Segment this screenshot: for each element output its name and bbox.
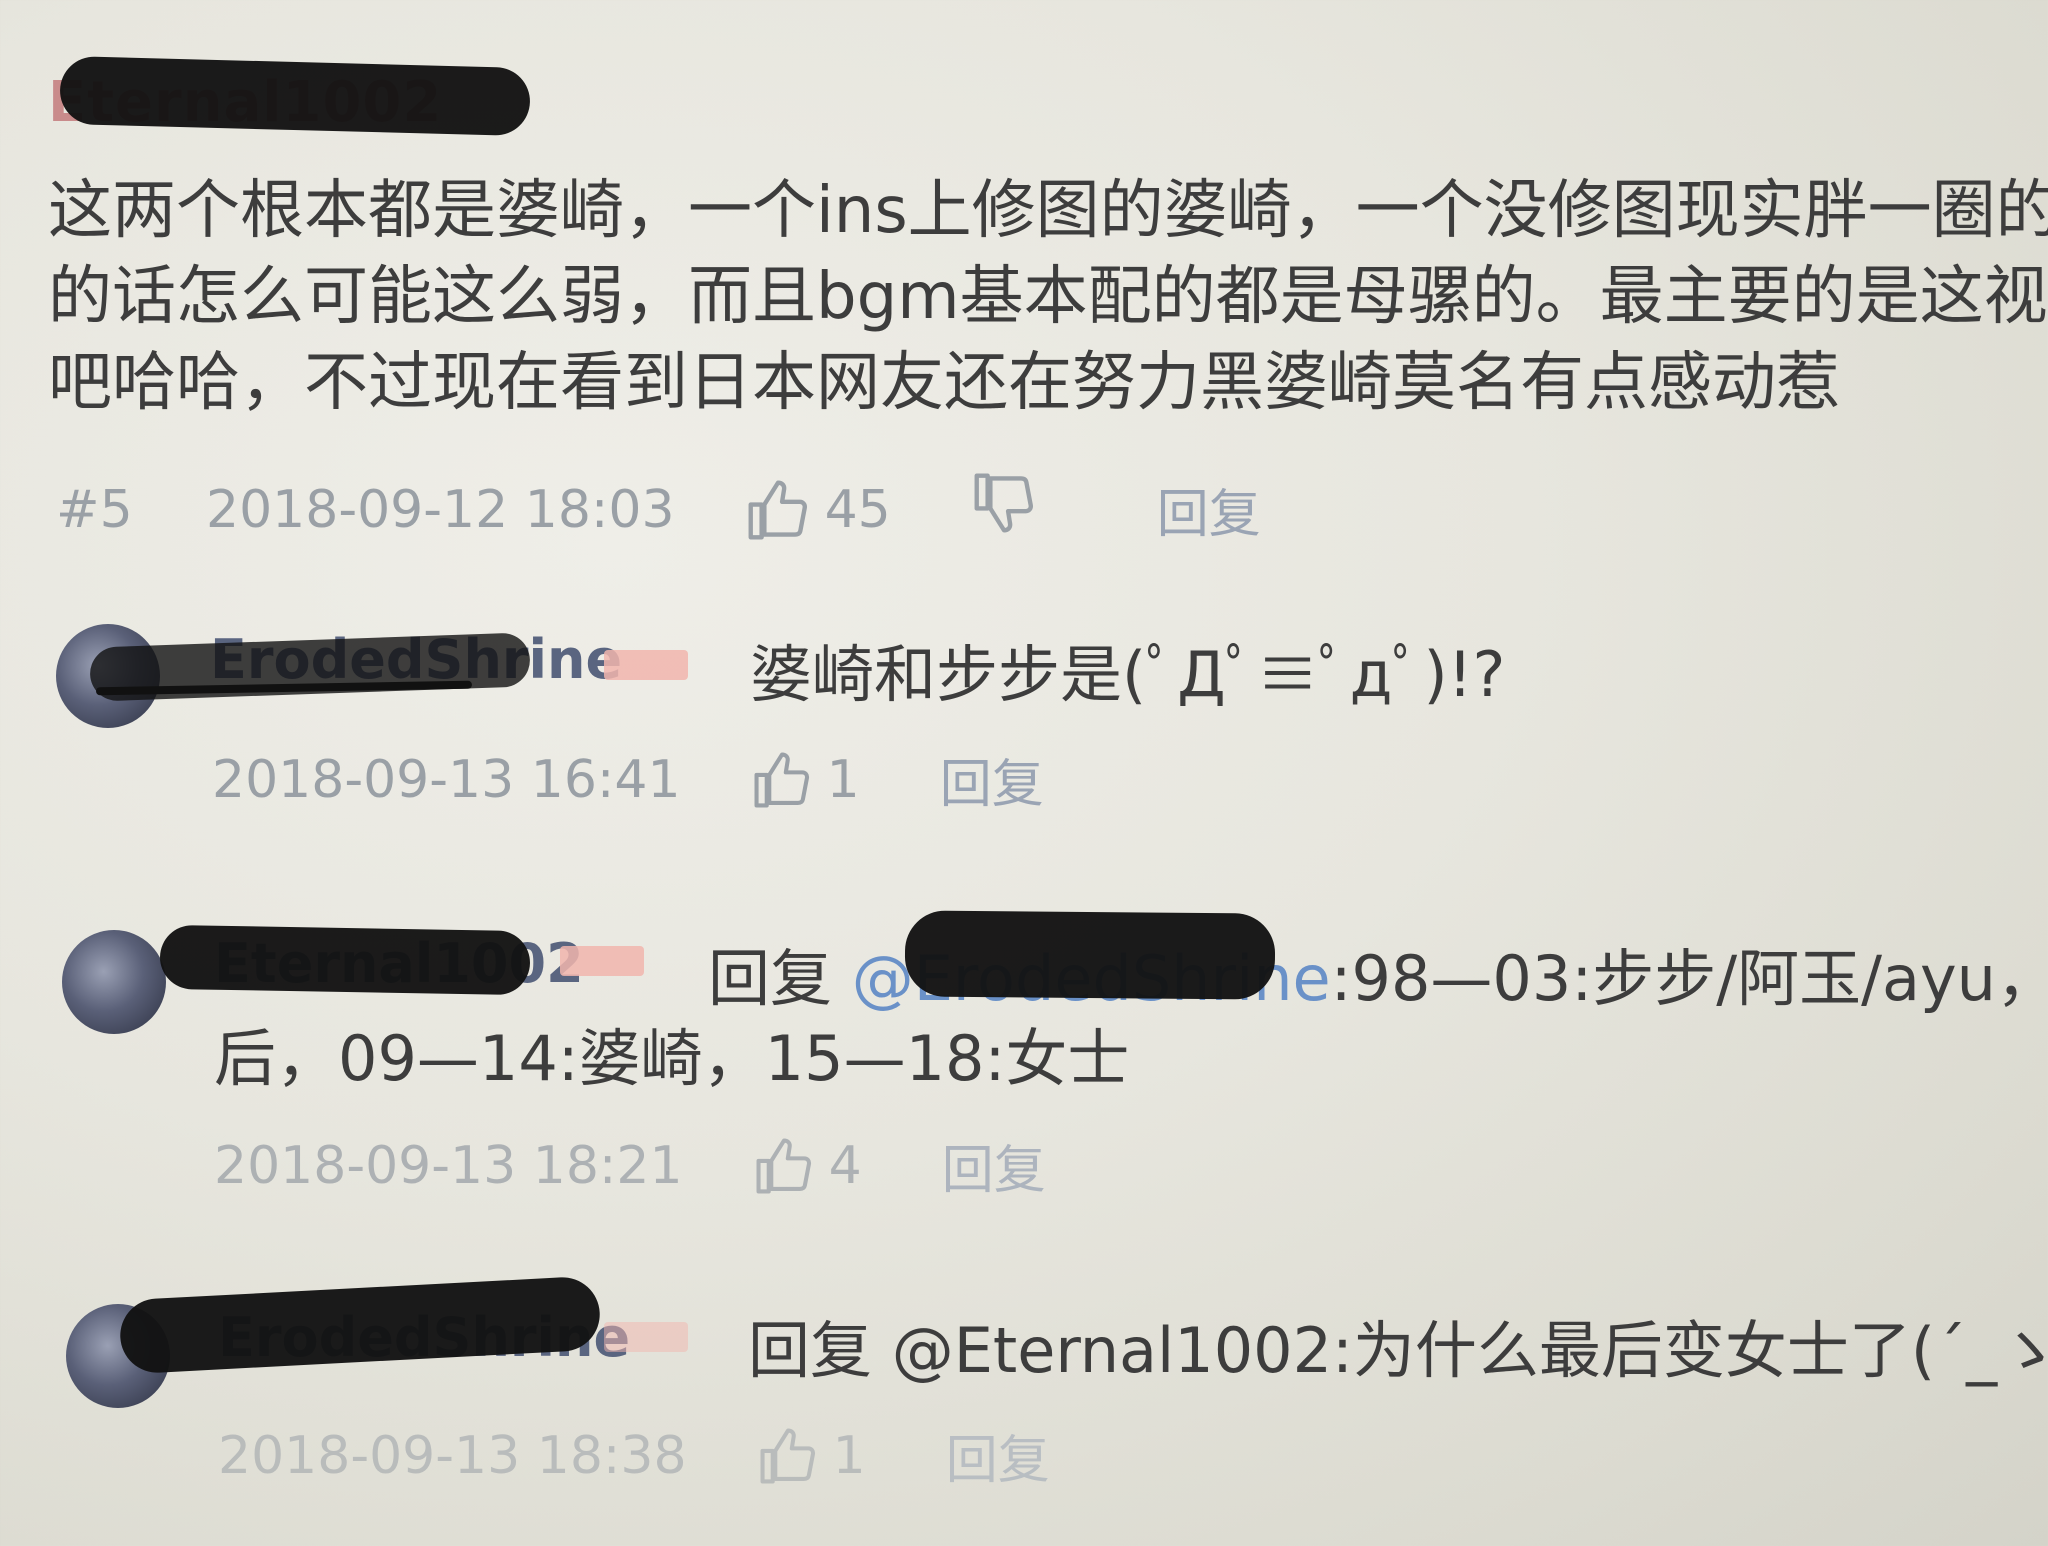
thumbs-up-icon bbox=[748, 480, 807, 539]
reply-button[interactable]: 回复 bbox=[942, 1128, 1046, 1203]
like-button[interactable]: 1 bbox=[751, 750, 860, 810]
censor-mark bbox=[904, 910, 1276, 1000]
like-count: 1 bbox=[826, 749, 860, 810]
like-count: 45 bbox=[824, 479, 891, 540]
main-comment-line: 吧哈哈，不过现在看到日本网友还在努力黑婆崎莫名有点感动惹 bbox=[48, 346, 1840, 420]
thumbs-down-icon bbox=[974, 473, 1033, 533]
comment-time: 2018-09-13 18:21 bbox=[214, 1135, 683, 1196]
reply-button[interactable]: 回复 bbox=[1157, 472, 1261, 547]
comment-time: 2018-09-13 16:41 bbox=[212, 749, 681, 810]
like-count: 4 bbox=[828, 1135, 862, 1196]
main-comment-line: 的话怎么可能这么弱，而且bgm基本配的都是母骡的。最主要的是这视频 bbox=[48, 260, 2048, 334]
censor-mark bbox=[159, 924, 531, 996]
reply-text-line: :98—03:步步/阿玉/ayu，04 bbox=[1330, 942, 2048, 1015]
reply-text: 回复 @Eternal1002:为什么最后变女士了(´_ゝ`) bbox=[748, 1314, 2048, 1387]
floor-number: #5 bbox=[56, 479, 133, 540]
reply-button[interactable]: 回复 bbox=[946, 1418, 1050, 1493]
comment-time: 2018-09-12 18:03 bbox=[206, 479, 675, 540]
main-comment-content: 这两个根本都是婆崎，一个ins上修图的婆崎，一个没修图现实胖一圈的婆 的话怎么可… bbox=[48, 168, 2048, 426]
comment-time: 2018-09-13 18:38 bbox=[218, 1425, 687, 1486]
thumbs-up-icon bbox=[760, 1428, 815, 1483]
like-button[interactable]: 45 bbox=[745, 480, 891, 540]
reply-prefix: 回复 bbox=[708, 942, 833, 1015]
like-button[interactable]: 4 bbox=[753, 1136, 862, 1196]
reply-meta: 2018-09-13 16:41 1 回复 bbox=[212, 742, 1044, 817]
dislike-button[interactable] bbox=[971, 473, 1037, 546]
main-comment-line: 这两个根本都是婆崎，一个ins上修图的婆崎，一个没修图现实胖一圈的婆 bbox=[48, 174, 2048, 248]
censor-mark bbox=[59, 55, 531, 137]
reply-meta: 2018-09-13 18:21 4 回复 bbox=[214, 1128, 1046, 1203]
level-badge bbox=[560, 946, 644, 976]
reply-button[interactable]: 回复 bbox=[940, 742, 1044, 817]
reply-text: 婆崎和步步是(ﾟДﾟ≡ﾟдﾟ)!? bbox=[750, 638, 1506, 711]
reply-text-line: 后，09—14:婆崎，15—18:女士 bbox=[214, 1022, 1130, 1095]
avatar[interactable] bbox=[62, 930, 166, 1034]
like-button[interactable]: 1 bbox=[757, 1426, 866, 1486]
like-count: 1 bbox=[832, 1425, 866, 1486]
level-badge bbox=[604, 650, 688, 680]
main-comment-meta: #5 2018-09-12 18:03 45 回复 bbox=[56, 472, 1261, 547]
level-badge bbox=[604, 1322, 688, 1352]
thumbs-up-icon bbox=[756, 1138, 811, 1193]
reply-meta: 2018-09-13 18:38 1 回复 bbox=[218, 1418, 1050, 1493]
thumbs-up-icon bbox=[754, 752, 809, 807]
